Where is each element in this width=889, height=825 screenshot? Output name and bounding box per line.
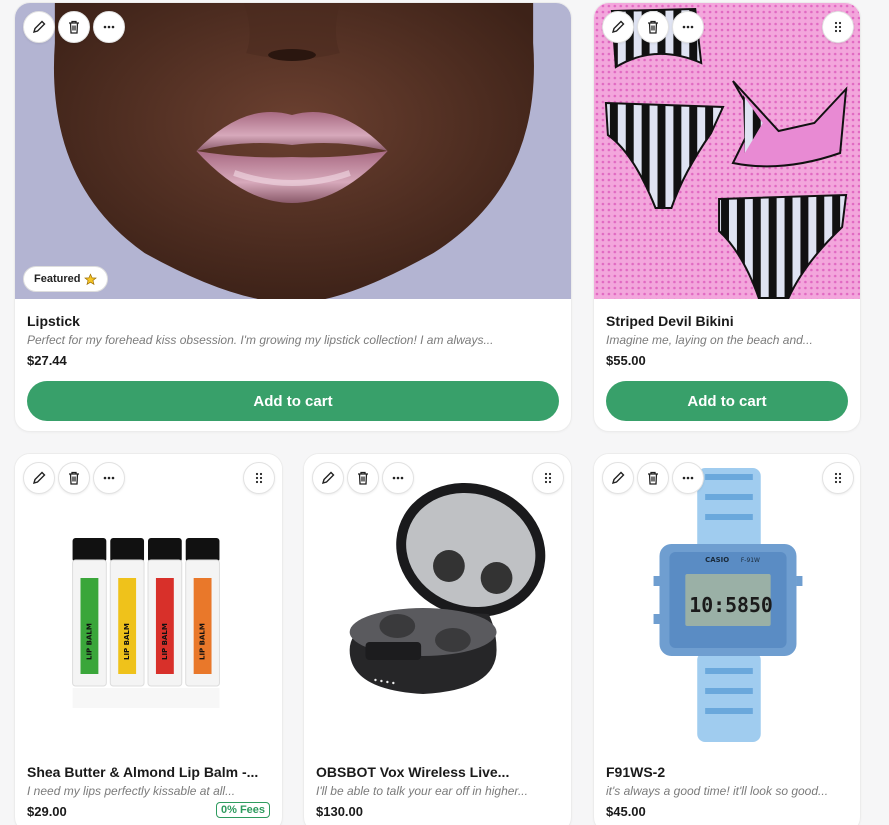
tube-label-2: LIP BALM [123, 623, 131, 660]
pencil-icon [32, 471, 46, 485]
more-options-button[interactable] [672, 462, 704, 494]
lips-closeup-photo [15, 3, 571, 299]
delete-button[interactable] [347, 462, 379, 494]
more-options-button[interactable] [93, 11, 125, 43]
pencil-icon [321, 471, 335, 485]
product-price: $29.00 [27, 804, 67, 819]
delete-button[interactable] [637, 462, 669, 494]
digital-watch-photo: CASIO F-91W 10:5850 [594, 454, 860, 754]
product-title[interactable]: F91WS-2 [606, 764, 850, 780]
watch-brand-text: CASIO [705, 556, 729, 564]
delete-button[interactable] [637, 11, 669, 43]
drag-handle-icon [834, 472, 842, 484]
trash-icon [648, 471, 658, 485]
tube-label-3: LIP BALM [161, 623, 169, 660]
product-image[interactable] [15, 3, 571, 299]
trash-icon [69, 471, 79, 485]
delete-button[interactable] [58, 11, 90, 43]
edit-button[interactable] [312, 462, 344, 494]
product-card-lip-balm[interactable]: LIP BALM LIP BALM LIP BALM LIP BALM Shea… [14, 453, 283, 825]
add-to-cart-button[interactable]: Add to cart [606, 381, 848, 421]
product-image[interactable] [594, 3, 860, 299]
striped-bikini-photo [594, 3, 860, 299]
delete-button[interactable] [58, 462, 90, 494]
drag-handle-icon [834, 21, 842, 33]
pencil-icon [32, 20, 46, 34]
more-icon [103, 25, 115, 29]
more-options-button[interactable] [672, 11, 704, 43]
product-title[interactable]: Striped Devil Bikini [606, 313, 850, 329]
trash-icon [358, 471, 368, 485]
pencil-icon [611, 471, 625, 485]
fees-badge: 0% Fees [216, 802, 271, 818]
product-description: I need my lips perfectly kissable at all… [27, 784, 236, 798]
drag-handle-button[interactable] [243, 462, 275, 494]
featured-label: Featured [34, 273, 81, 285]
product-card-lipstick[interactable]: Featured Lipstick Perfect for my forehea… [14, 2, 572, 432]
more-icon [392, 476, 404, 480]
product-title[interactable]: Lipstick [27, 313, 557, 329]
more-icon [682, 25, 694, 29]
product-description: Perfect for my forehead kiss obsession. … [27, 333, 494, 347]
product-price: $130.00 [316, 804, 363, 819]
edit-button[interactable] [23, 11, 55, 43]
product-image[interactable]: CASIO F-91W 10:5850 [594, 454, 860, 754]
product-image[interactable]: LIP BALM LIP BALM LIP BALM LIP BALM [15, 454, 282, 754]
edit-button[interactable] [23, 462, 55, 494]
product-description: I'll be able to talk your ear off in hig… [316, 784, 528, 798]
product-description: it's always a good time! it'll look so g… [606, 784, 829, 798]
more-options-button[interactable] [382, 462, 414, 494]
trash-icon [69, 20, 79, 34]
product-title[interactable]: OBSBOT Vox Wireless Live... [316, 764, 560, 780]
watch-model-text: F-91W [741, 557, 760, 564]
drag-handle-icon [255, 472, 263, 484]
wireless-earbuds-photo [304, 454, 571, 754]
more-icon [682, 476, 694, 480]
product-price: $27.44 [27, 353, 67, 368]
drag-handle-button[interactable] [822, 462, 854, 494]
drag-handle-button[interactable] [532, 462, 564, 494]
product-card-earbuds[interactable]: OBSBOT Vox Wireless Live... I'll be able… [303, 453, 572, 825]
more-options-button[interactable] [93, 462, 125, 494]
trash-icon [648, 20, 658, 34]
add-to-cart-button[interactable]: Add to cart [27, 381, 559, 421]
product-card-watch[interactable]: CASIO F-91W 10:5850 F91WS-2 it's always … [593, 453, 861, 825]
lip-balm-tubes-photo: LIP BALM LIP BALM LIP BALM LIP BALM [15, 454, 282, 754]
featured-badge: Featured [23, 266, 109, 292]
tube-label-4: LIP BALM [199, 623, 207, 660]
product-card-bikini[interactable]: Striped Devil Bikini Imagine me, laying … [593, 2, 861, 432]
product-price: $55.00 [606, 353, 646, 368]
edit-button[interactable] [602, 462, 634, 494]
product-description: Imagine me, laying on the beach and... [606, 333, 813, 347]
edit-button[interactable] [602, 11, 634, 43]
watch-time-text: 10:5850 [689, 594, 773, 617]
drag-handle-icon [544, 472, 552, 484]
product-price: $45.00 [606, 804, 646, 819]
tube-label-1: LIP BALM [85, 623, 93, 660]
more-icon [103, 476, 115, 480]
product-title[interactable]: Shea Butter & Almond Lip Balm -... [27, 764, 271, 780]
pencil-icon [611, 20, 625, 34]
product-image[interactable] [304, 454, 571, 754]
drag-handle-button[interactable] [822, 11, 854, 43]
star-icon [84, 272, 98, 285]
